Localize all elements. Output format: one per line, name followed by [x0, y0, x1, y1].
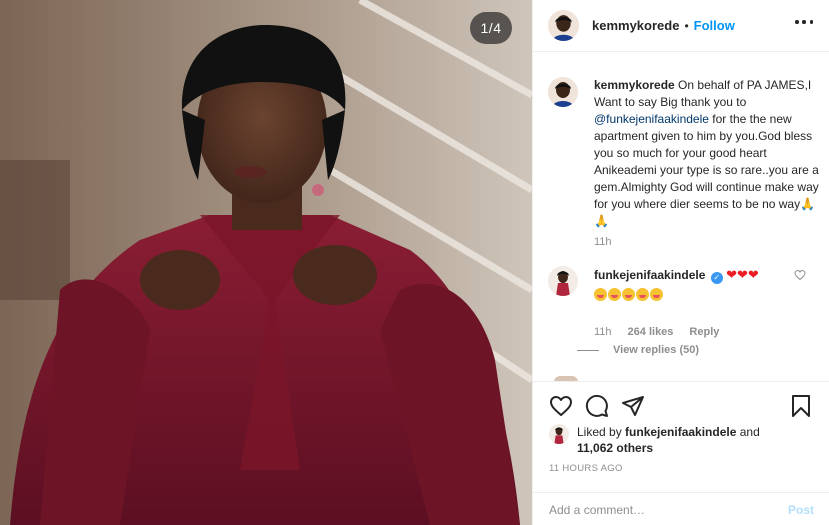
face-emoji-icon — [622, 288, 635, 302]
post-comment-button[interactable]: Post — [788, 503, 814, 517]
face-emoji-icon — [650, 288, 663, 302]
commenter-username[interactable]: funkejenifaakindele — [594, 268, 705, 282]
comment-item: funkejenifaakindele ✓ ❤❤❤ 11h 264 likes … — [548, 266, 818, 338]
face-emoji-icon — [636, 288, 649, 302]
post-actions: Liked by funkejenifaakindele and 11,062 … — [533, 381, 829, 525]
comment-like-heart-icon[interactable] — [794, 269, 806, 281]
view-replies-label: View replies (50) — [613, 344, 700, 356]
liked-by-user[interactable]: funkejenifaakindele — [625, 425, 736, 439]
liked-by: Liked by funkejenifaakindele and 11,062 … — [549, 424, 819, 456]
author-username[interactable]: kemmykorede — [592, 18, 679, 33]
post-photo — [0, 0, 532, 525]
comment-text: funkejenifaakindele ✓ ❤❤❤ — [594, 266, 799, 303]
comment-likes-count[interactable]: 264 likes — [628, 326, 674, 338]
emoji-row — [594, 286, 799, 303]
more-horizontal-icon[interactable] — [795, 19, 813, 25]
heart-icon[interactable] — [549, 394, 573, 418]
caption-text: kemmykorede On behalf of PA JAMES,I Want… — [594, 77, 819, 230]
post-side-panel: kemmykorede • Follow kemmykorede On beha… — [532, 0, 829, 525]
liker-avatar[interactable] — [549, 424, 569, 444]
caption-author-avatar[interactable] — [548, 77, 578, 107]
comment-meta: 11h 264 likes Reply — [594, 326, 719, 338]
caption-username[interactable]: kemmykorede — [594, 78, 675, 92]
follow-button[interactable]: Follow — [694, 18, 735, 33]
face-emoji-icon — [594, 288, 607, 302]
caption-text-after: for the the new apartment given to him b… — [594, 112, 819, 228]
post-timestamp[interactable]: 11 HOURS AGO — [549, 463, 623, 474]
face-emoji-icon — [608, 288, 621, 302]
liked-by-others[interactable]: 11,062 others — [577, 441, 653, 455]
caption: kemmykorede On behalf of PA JAMES,I Want… — [548, 77, 819, 230]
add-comment-bar: Post — [533, 492, 829, 525]
post-header: kemmykorede • Follow — [533, 0, 829, 52]
liked-by-text: Liked by funkejenifaakindele and 11,062 … — [577, 424, 760, 456]
comment-input[interactable] — [549, 502, 788, 517]
author-avatar[interactable] — [548, 10, 579, 41]
comments-area[interactable]: kemmykorede On behalf of PA JAMES,I Want… — [533, 53, 829, 381]
red-hearts-emoji: ❤❤❤ — [726, 267, 759, 282]
view-replies-button[interactable]: View replies (50) — [577, 344, 699, 356]
comment-bubble-icon[interactable] — [585, 394, 609, 418]
liked-by-prefix: Liked by — [577, 425, 626, 439]
caption-time[interactable]: 11h — [594, 236, 612, 248]
paper-plane-icon[interactable] — [621, 394, 645, 418]
bookmark-icon[interactable] — [789, 394, 813, 418]
comment-time[interactable]: 11h — [594, 326, 612, 338]
carousel-counter: 1/4 — [470, 12, 512, 44]
post-media[interactable]: 1/4 — [0, 0, 532, 525]
commenter-avatar[interactable] — [548, 266, 578, 296]
caption-mention-link[interactable]: @funkejenifaakindele — [594, 112, 709, 126]
separator-dot: • — [684, 18, 689, 33]
reply-button[interactable]: Reply — [689, 326, 719, 338]
replies-divider — [577, 349, 599, 351]
instagram-post: 1/4 kemmykorede • Follow kemmykorede On … — [0, 0, 829, 525]
liked-by-and: and — [736, 425, 760, 439]
verified-badge-icon: ✓ — [710, 272, 723, 284]
